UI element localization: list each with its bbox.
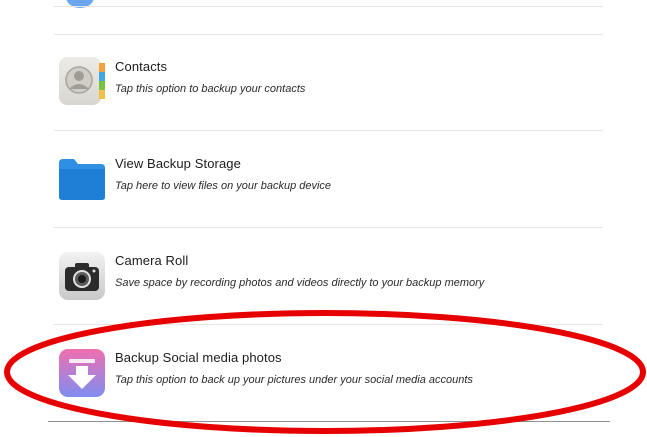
camera-icon: [59, 252, 105, 300]
item-title: Camera Roll: [115, 253, 189, 268]
item-title: Contacts: [115, 59, 168, 74]
list-item-camera-roll[interactable]: Camera Roll Save space by recording phot…: [54, 228, 603, 324]
item-subtitle: Tap this option to back up your pictures…: [115, 374, 473, 386]
item-subtitle: Save space by recording photos and video…: [115, 277, 485, 289]
list-item-contacts[interactable]: Contacts Tap this option to backup your …: [54, 35, 603, 131]
item-title: View Backup Storage: [115, 156, 241, 171]
folder-icon: [59, 157, 105, 203]
backup-options-list: Contacts Tap this option to backup your …: [54, 0, 603, 420]
divider: [54, 6, 603, 7]
item-subtitle: Tap here to view files on your backup de…: [115, 180, 332, 192]
divider: [48, 421, 610, 422]
list-item-backup-social-media-photos[interactable]: Backup Social media photos Tap this opti…: [54, 325, 603, 421]
download-icon: [59, 349, 105, 397]
list-item-view-backup-storage[interactable]: View Backup Storage Tap here to view fil…: [54, 131, 603, 227]
contacts-icon: [59, 57, 105, 105]
item-title: Backup Social media photos: [115, 350, 282, 365]
item-subtitle: Tap this option to backup your contacts: [115, 83, 306, 95]
